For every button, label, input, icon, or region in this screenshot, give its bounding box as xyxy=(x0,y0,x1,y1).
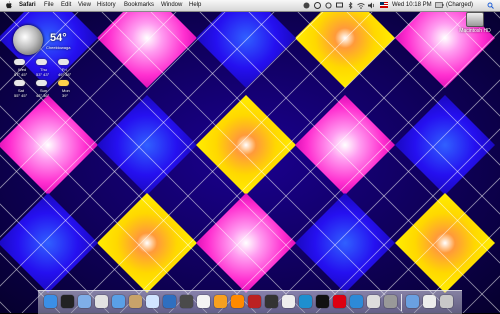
cloud-icon xyxy=(14,80,25,86)
spotlight-icon[interactable] xyxy=(487,2,494,9)
menu-bar: Safari File Edit View History Bookmarks … xyxy=(0,0,500,12)
sync-icon[interactable] xyxy=(325,2,332,9)
menu-app-name[interactable]: Safari xyxy=(19,2,36,9)
menu-file[interactable]: File xyxy=(44,2,54,9)
menu-bookmarks[interactable]: Bookmarks xyxy=(124,2,154,9)
sun-icon xyxy=(58,80,69,86)
wifi-icon[interactable] xyxy=(357,2,365,9)
forecast-temps: 55° 45° xyxy=(14,93,28,98)
imovie-icon[interactable] xyxy=(180,295,193,308)
hard-drive-icon xyxy=(466,12,484,27)
forecast-temps: 57° 45° xyxy=(14,72,28,77)
ichat-icon[interactable] xyxy=(95,295,108,308)
ical-icon[interactable] xyxy=(197,295,210,308)
widget-icon[interactable] xyxy=(299,295,312,308)
hard-drive-desktop-icon[interactable]: Macintosh HD xyxy=(458,12,492,34)
mac-icon[interactable] xyxy=(367,295,380,308)
menu-help[interactable]: Help xyxy=(189,2,201,9)
menu-view[interactable]: View xyxy=(78,2,91,9)
timemachine-icon[interactable] xyxy=(314,2,321,9)
iphoto-icon[interactable] xyxy=(163,295,176,308)
menu-history[interactable]: History xyxy=(97,2,116,9)
garageband-icon[interactable] xyxy=(214,295,227,308)
photo-booth-icon[interactable] xyxy=(248,295,261,308)
system-preferences-icon[interactable] xyxy=(384,295,397,308)
dashboard-icon[interactable] xyxy=(61,295,74,308)
forecast-temps: 39° xyxy=(62,93,69,98)
weather-widget[interactable]: 54° Cheektowaga Wed Thu Fri 57° 45° 53° … xyxy=(8,22,88,102)
dvd-player-icon[interactable] xyxy=(265,295,278,308)
dock-separator xyxy=(401,294,402,311)
cloud-icon xyxy=(14,59,25,65)
mail-icon[interactable] xyxy=(78,295,91,308)
dock xyxy=(38,290,462,314)
downloads-stack-icon[interactable] xyxy=(423,295,436,308)
display-icon[interactable] xyxy=(336,2,343,9)
cloud-icon xyxy=(36,80,47,86)
documents-stack-icon[interactable] xyxy=(406,295,419,308)
trash-icon[interactable] xyxy=(440,295,453,308)
adobe-icon[interactable] xyxy=(333,295,346,308)
forecast-temps: 48° 36° xyxy=(36,93,50,98)
bluetooth-icon[interactable] xyxy=(347,1,354,10)
finder-icon[interactable] xyxy=(44,295,57,308)
cloud-icon xyxy=(36,59,47,65)
forecast-temps: 53° 43° xyxy=(36,72,50,77)
messenger-icon[interactable] xyxy=(350,295,363,308)
menu-clock[interactable]: Wed 10:18 PM xyxy=(392,2,432,9)
cloud-icon xyxy=(58,59,69,65)
weather-location: Cheektowaga xyxy=(46,45,71,50)
textedit-icon[interactable] xyxy=(282,295,295,308)
safari-icon[interactable] xyxy=(112,295,125,308)
menu-edit[interactable]: Edit xyxy=(61,2,71,9)
vlc-icon[interactable] xyxy=(231,295,244,308)
menu-window[interactable]: Window xyxy=(161,2,182,9)
battery-icon[interactable] xyxy=(435,2,444,9)
itunes-icon[interactable] xyxy=(146,295,159,308)
moon-icon xyxy=(13,25,43,55)
battery-status: (Charged) xyxy=(446,2,474,8)
apple-menu-icon[interactable] xyxy=(6,1,12,9)
forecast-temps: 49° 38° xyxy=(58,72,72,77)
weather-temperature: 54° xyxy=(50,32,67,44)
hard-drive-label: Macintosh HD xyxy=(459,28,491,34)
us-flag-icon[interactable] xyxy=(380,2,388,9)
address-book-icon[interactable] xyxy=(129,295,142,308)
volume-icon[interactable] xyxy=(368,2,375,9)
terminal-icon[interactable] xyxy=(316,295,329,308)
menu-extra-icon[interactable] xyxy=(303,2,310,9)
